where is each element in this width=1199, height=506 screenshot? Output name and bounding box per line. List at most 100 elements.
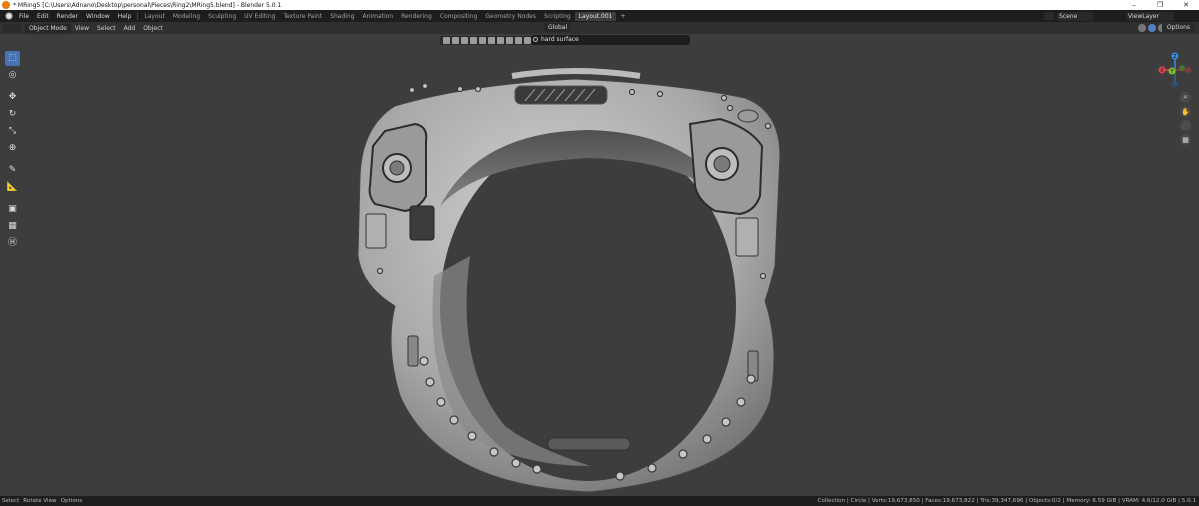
3d-viewport[interactable] [0, 46, 1199, 496]
filter-icon[interactable] [506, 37, 513, 44]
addon-icon: Ⓗ [7, 238, 17, 248]
minimize-button[interactable]: – [1121, 0, 1147, 10]
viewport-nav-buttons: ⌕ ✋ 🎥 ▦ [1180, 92, 1191, 148]
filter-icon[interactable] [479, 37, 486, 44]
x-axis-label: X [1160, 68, 1164, 74]
menu-render[interactable]: Render [53, 13, 82, 20]
scene-icon[interactable] [1044, 12, 1054, 20]
filter-icon[interactable] [497, 37, 504, 44]
tool-shelf: ⬚ ◎ ✥ ↻ ⤡ ⊕ ✎ 📐 ▣ ▦ Ⓗ [5, 51, 21, 253]
status-select-hint: Select [2, 498, 20, 504]
scene-statistics: Collection | Circle | Verts:19,673,850 |… [817, 498, 1196, 504]
search-input[interactable]: hard surface [531, 35, 690, 45]
window-title-bar: * MRing5 [C:\Users\Adnano\Desktop\person… [0, 0, 1199, 10]
neg-x-handle [1185, 67, 1191, 73]
camera-icon[interactable]: 🎥 [1180, 120, 1191, 131]
tab-compositing[interactable]: Compositing [436, 12, 482, 21]
filter-icon[interactable] [443, 37, 450, 44]
tab-layout[interactable]: Layout [140, 12, 168, 21]
object-mode-dropdown[interactable]: Object Mode [25, 23, 71, 33]
filter-icon[interactable] [452, 37, 459, 44]
close-button[interactable]: ✕ [1173, 0, 1199, 10]
filter-icon[interactable] [524, 37, 531, 44]
tab-sculpting[interactable]: Sculpting [204, 12, 240, 21]
tab-modeling[interactable]: Modeling [169, 12, 204, 21]
tab-layout-001[interactable]: Layout.001 [574, 11, 617, 21]
status-rotate-hint: Rotate View [23, 498, 57, 504]
main-menu: File Edit Render Window Help [15, 12, 135, 20]
filter-icon[interactable] [515, 37, 522, 44]
grid-icon[interactable]: ▦ [1180, 134, 1191, 145]
viewport-header: Object Mode View Select Add Object Options [0, 22, 1199, 34]
window-controls: – ❐ ✕ [1121, 0, 1199, 10]
add-cube-tool[interactable]: ▣ [5, 202, 20, 217]
neg-y-handle [1179, 65, 1185, 71]
maximize-button[interactable]: ❐ [1147, 0, 1173, 10]
divider [137, 12, 139, 20]
menu-edit[interactable]: Edit [33, 13, 53, 20]
search-icon [533, 37, 538, 42]
move-icon: ✥ [8, 92, 17, 102]
menu-window[interactable]: Window [82, 13, 114, 20]
transform-orientation-dropdown[interactable]: Global [544, 23, 572, 32]
tab-uv-editing[interactable]: UV Editing [240, 12, 279, 21]
viewport-menu: View Select Add Object [71, 24, 167, 32]
select-box-icon: ⬚ [8, 53, 17, 63]
view-layer-field[interactable]: ViewLayer [1126, 11, 1174, 21]
cursor-icon: ◎ [8, 70, 17, 80]
editor-type-button[interactable] [3, 23, 21, 33]
filter-icons [440, 35, 543, 46]
tab-geometry-nodes[interactable]: Geometry Nodes [481, 12, 540, 21]
menu-help[interactable]: Help [114, 13, 136, 20]
wireframe-shading-icon[interactable] [1138, 24, 1146, 32]
add-cube-icon: ▣ [8, 204, 17, 214]
filter-icon[interactable] [461, 37, 468, 44]
neg-z-handle [1172, 81, 1178, 87]
add-mesh-tool[interactable]: ▦ [5, 219, 20, 234]
annotate-tool[interactable]: ✎ [5, 163, 20, 178]
add-workspace-button[interactable]: + [616, 12, 629, 21]
zoom-icon[interactable]: ⌕ [1180, 92, 1191, 103]
tab-animation[interactable]: Animation [359, 12, 398, 21]
status-options-hint: Options [60, 498, 83, 504]
z-axis-label: Z [1173, 54, 1177, 60]
scene-name-field[interactable]: Scene [1057, 11, 1093, 21]
status-bar: Select Rotate View Options Collection | … [0, 496, 1199, 506]
select-box-tool[interactable]: ⬚ [5, 51, 20, 66]
tab-texture-paint[interactable]: Texture Paint [279, 12, 326, 21]
move-tool[interactable]: ✥ [5, 90, 20, 105]
filter-icon[interactable] [470, 37, 477, 44]
top-bar: File Edit Render Window Help Layout Modeling… [0, 10, 1199, 22]
menu-add[interactable]: Add [120, 25, 140, 32]
rotate-tool[interactable]: ↻ [5, 107, 20, 122]
blender-app-icon [2, 1, 10, 9]
cursor-tool[interactable]: ◎ [5, 68, 20, 83]
scale-tool[interactable]: ⤡ [5, 124, 20, 139]
solid-shading-icon[interactable] [1148, 24, 1156, 32]
menu-file[interactable]: File [15, 13, 33, 20]
transform-tool[interactable]: ⊕ [5, 141, 20, 156]
blender-logo-icon[interactable] [3, 11, 13, 21]
menu-view[interactable]: View [71, 25, 93, 32]
pan-hand-icon[interactable]: ✋ [1180, 106, 1191, 117]
addon-tool[interactable]: Ⓗ [5, 236, 20, 251]
transform-icon: ⊕ [8, 143, 17, 153]
navigation-gizmo[interactable]: Y X Z [1155, 50, 1195, 90]
menu-select[interactable]: Select [93, 25, 120, 32]
search-value: hard surface [541, 36, 579, 43]
scale-icon: ⤡ [8, 126, 17, 136]
workspace-tabs: Layout Modeling Sculpting UV Editing Tex… [140, 11, 629, 21]
tab-shading[interactable]: Shading [326, 12, 358, 21]
tab-rendering[interactable]: Rendering [397, 12, 436, 21]
menu-object[interactable]: Object [139, 25, 167, 32]
measure-icon: 📐 [6, 182, 19, 192]
rotate-icon: ↻ [8, 109, 17, 119]
ring-model [357, 68, 781, 493]
tab-scripting[interactable]: Scripting [540, 12, 575, 21]
scene-selector: Scene [1044, 11, 1093, 21]
add-mesh-icon: ▦ [8, 221, 17, 231]
options-dropdown[interactable]: Options [1161, 23, 1195, 33]
filter-icon[interactable] [488, 37, 495, 44]
annotate-icon: ✎ [8, 165, 17, 175]
measure-tool[interactable]: 📐 [5, 180, 20, 195]
